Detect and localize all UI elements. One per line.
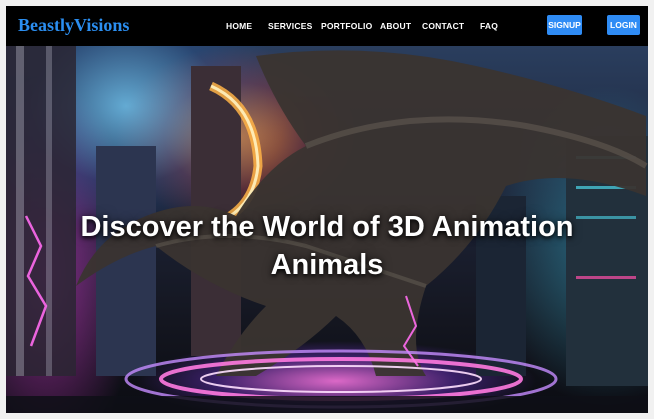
- nav-link-faq[interactable]: FAQ: [480, 21, 498, 31]
- top-navbar: BeastlyVisions HOME SERVICES PORTFOLIO A…: [6, 6, 648, 46]
- nav-link-portfolio[interactable]: PORTFOLIO: [321, 21, 372, 31]
- page-frame: BeastlyVisions HOME SERVICES PORTFOLIO A…: [6, 6, 648, 413]
- signup-button[interactable]: SIGNUP: [547, 15, 582, 35]
- hero-title: Discover the World of 3D Animation Anima…: [6, 208, 648, 284]
- nav-link-services[interactable]: SERVICES: [268, 21, 312, 31]
- login-button[interactable]: LOGIN: [607, 15, 640, 35]
- hero-banner: Discover the World of 3D Animation Anima…: [6, 46, 648, 413]
- nav-link-about[interactable]: ABOUT: [380, 21, 411, 31]
- brand-logo[interactable]: BeastlyVisions: [18, 15, 129, 36]
- nav-link-home[interactable]: HOME: [226, 21, 252, 31]
- nav-link-contact[interactable]: CONTACT: [422, 21, 464, 31]
- hero-title-line-1: Discover the World of 3D Animation: [80, 211, 574, 243]
- hero-title-line-2: Animals: [270, 249, 384, 281]
